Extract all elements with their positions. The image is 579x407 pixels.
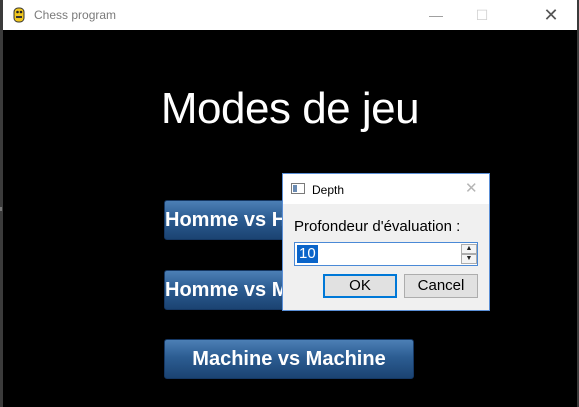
mode-button-human-vs-human[interactable]: Homme vs Homme [164, 200, 294, 240]
minimize-button[interactable]: — [413, 0, 459, 30]
window-icon [291, 183, 305, 194]
window-titlebar[interactable]: Chess program — ☐ ✕ [3, 0, 577, 30]
spin-down-arrow-icon[interactable]: ▼ [461, 254, 477, 264]
maximize-button[interactable]: ☐ [459, 0, 505, 30]
dialog-close-button[interactable]: ✕ [465, 179, 478, 197]
cancel-button[interactable]: Cancel [404, 274, 478, 298]
depth-spinbox[interactable]: 10 ▲ ▼ [294, 242, 478, 266]
page-title: Modes de jeu [160, 84, 420, 133]
depth-value[interactable]: 10 [297, 245, 318, 263]
dialog-title: Depth [312, 183, 345, 197]
depth-label: Profondeur d'évaluation : [294, 218, 461, 235]
background-window-edge [0, 207, 2, 211]
pygame-snake-icon [13, 7, 25, 23]
mode-button-human-vs-machine[interactable]: Homme vs Machine [164, 270, 294, 310]
dialog-titlebar[interactable]: Depth ✕ [283, 174, 489, 204]
close-button[interactable]: ✕ [528, 0, 574, 30]
spin-up-arrow-icon[interactable]: ▲ [461, 244, 477, 254]
ok-button[interactable]: OK [323, 274, 397, 298]
mode-button-machine-vs-machine[interactable]: Machine vs Machine [164, 339, 414, 379]
window-title: Chess program [34, 8, 117, 22]
depth-dialog: Depth ✕ Profondeur d'évaluation : 10 ▲ ▼… [282, 173, 490, 311]
